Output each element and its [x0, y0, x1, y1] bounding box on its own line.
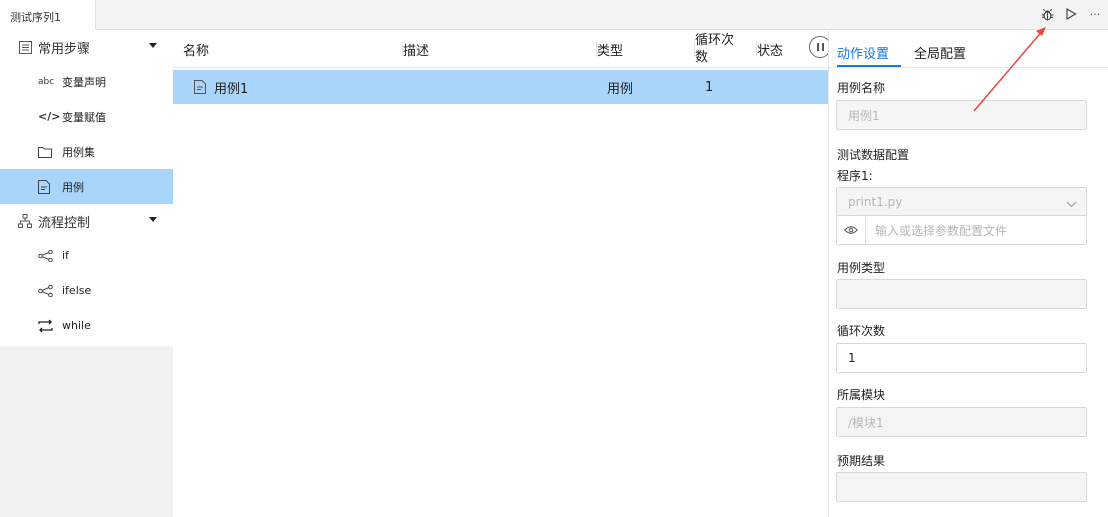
palette-item-case-set[interactable]: 用例集 [0, 134, 173, 169]
loop-icon [38, 319, 56, 333]
list-icon [18, 40, 32, 54]
step-palette: 常用步骤 abc 变量声明 </> 变量赋值 用例集 用例 流程控制 if if… [0, 30, 173, 517]
cell-name: 用例1 [194, 70, 248, 104]
palette-item-label: 用例集 [62, 145, 95, 159]
properties-panel: 动作设置 全局配置 用例名称 用例1 测试数据配置 程序1: print1.py… [828, 30, 1108, 517]
expected-result-field[interactable] [836, 472, 1087, 502]
active-tab-indicator [837, 65, 901, 67]
tab-test-sequence[interactable]: 测试序列1 [0, 0, 96, 31]
column-header-status[interactable]: 状态 [756, 30, 783, 68]
case-type-label: 用例类型 [837, 261, 886, 275]
branch-icon [38, 249, 56, 262]
program-label: 程序1: [837, 169, 873, 183]
column-header-description[interactable]: 描述 [402, 30, 429, 68]
tab-global-config[interactable]: 全局配置 [914, 43, 966, 62]
case-name-field[interactable]: 用例1 [836, 100, 1087, 130]
case-type-field[interactable] [836, 279, 1087, 309]
cell-type: 用例 [607, 81, 634, 97]
program-select[interactable]: print1.py [836, 187, 1087, 217]
more-menu-button[interactable]: ··· [1086, 4, 1104, 24]
palette-item-case[interactable]: 用例 [0, 169, 173, 204]
branch-icon [38, 284, 56, 297]
properties-tabs: 动作设置 全局配置 [829, 30, 1108, 68]
toolbar: ··· [1038, 4, 1104, 24]
eye-icon[interactable] [837, 216, 866, 244]
bug-icon[interactable] [1038, 4, 1056, 24]
file-icon [38, 179, 56, 194]
case-name-label: 用例名称 [837, 81, 886, 95]
palette-item-while[interactable]: while [0, 308, 173, 343]
step-list: 常用步骤 abc 变量声明 </> 变量赋值 用例集 用例 流程控制 if if… [0, 30, 173, 346]
column-header-type[interactable]: 类型 [596, 30, 623, 68]
palette-item-ifelse[interactable]: ifelse [0, 273, 173, 308]
param-config-file-placeholder: 输入或选择参数配置文件 [875, 223, 1008, 238]
tab-bar: 测试序列1 ··· [0, 0, 1108, 31]
expected-result-label: 预期结果 [837, 454, 886, 468]
palette-item-label: if [62, 249, 69, 262]
group-common-steps[interactable]: 常用步骤 [0, 30, 173, 64]
column-header-loop-count[interactable]: 循环次数 [694, 30, 734, 68]
group-label: 流程控制 [38, 215, 91, 231]
play-icon[interactable] [1062, 4, 1080, 24]
tab-action-settings[interactable]: 动作设置 [837, 43, 889, 62]
hierarchy-icon [18, 214, 32, 228]
module-field[interactable]: /模块1 [836, 407, 1087, 437]
palette-item-var-declare[interactable]: abc 变量声明 [0, 64, 173, 99]
code-icon: </> [38, 110, 61, 123]
chevron-down-icon [1066, 197, 1077, 211]
abc-icon: abc [38, 76, 55, 87]
folder-icon [38, 146, 56, 158]
palette-item-label: 用例 [62, 180, 84, 194]
caret-down-icon[interactable] [149, 217, 157, 222]
palette-item-label: 变量赋值 [62, 110, 106, 124]
cell-loop-count: 1 [705, 79, 714, 95]
loop-count-input[interactable]: 1 [836, 343, 1087, 373]
table-header: 名称 描述 类型 循环次数 状态 [173, 30, 831, 68]
loop-count-label: 循环次数 [837, 324, 886, 338]
module-label: 所属模块 [837, 388, 886, 402]
group-label: 常用步骤 [38, 41, 91, 57]
palette-item-label: ifelse [62, 284, 92, 297]
palette-item-var-assign[interactable]: </> 变量赋值 [0, 99, 173, 134]
group-flow-control[interactable]: 流程控制 [0, 204, 173, 238]
param-config-file-input[interactable]: 输入或选择参数配置文件 [836, 215, 1087, 245]
column-header-name[interactable]: 名称 [183, 30, 209, 68]
caret-down-icon[interactable] [149, 43, 157, 48]
table-row[interactable]: 用例1 用例 1 [173, 70, 828, 104]
file-icon [194, 80, 206, 94]
palette-item-label: 变量声明 [62, 75, 106, 89]
test-data-config-label: 测试数据配置 [837, 148, 910, 162]
palette-item-if[interactable]: if [0, 238, 173, 273]
palette-item-label: while [62, 319, 91, 332]
sequence-table: 名称 描述 类型 循环次数 状态 用例1 用例 1 [173, 30, 831, 517]
